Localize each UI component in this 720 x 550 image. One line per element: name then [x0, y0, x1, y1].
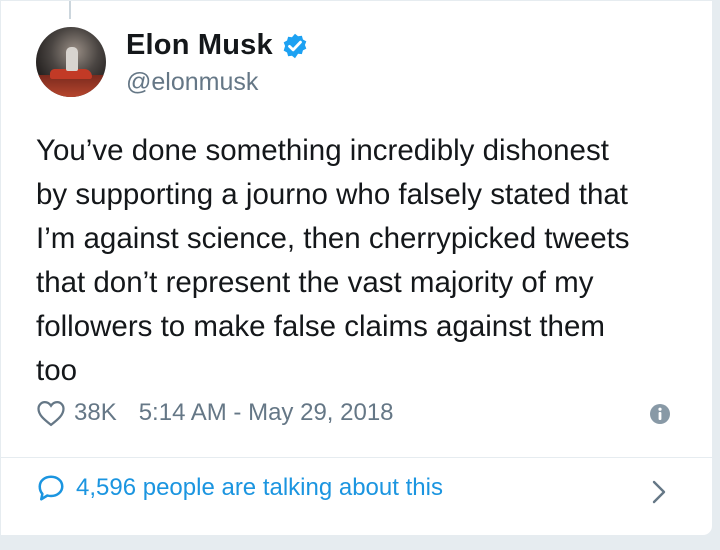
- conversation-link[interactable]: 4,596 people are talking about this: [36, 473, 443, 503]
- tweet-card: Elon Musk @elonmusk You’ve done somethin…: [0, 0, 714, 536]
- verified-badge-icon: [283, 33, 307, 58]
- thread-connector-line: [69, 1, 71, 19]
- speech-bubble-icon: [38, 475, 64, 501]
- heart-icon[interactable]: [36, 399, 66, 427]
- divider: [1, 457, 714, 458]
- tweet-timestamp[interactable]: 5:14 AM - May 29, 2018: [139, 399, 394, 427]
- avatar-figure: [66, 47, 78, 71]
- conversation-label: 4,596 people are talking about this: [76, 474, 443, 501]
- chevron-right-icon[interactable]: [651, 479, 667, 505]
- info-icon[interactable]: [649, 403, 671, 425]
- avatar[interactable]: [36, 27, 106, 97]
- author-name[interactable]: Elon Musk: [126, 29, 273, 62]
- author-name-row[interactable]: Elon Musk: [126, 29, 309, 62]
- tweet-text: You’ve done something incredibly dishone…: [36, 134, 630, 387]
- like-count[interactable]: 38K: [74, 399, 117, 427]
- author-handle[interactable]: @elonmusk: [126, 68, 258, 97]
- tweet-meta: 38K 5:14 AM - May 29, 2018: [36, 395, 394, 431]
